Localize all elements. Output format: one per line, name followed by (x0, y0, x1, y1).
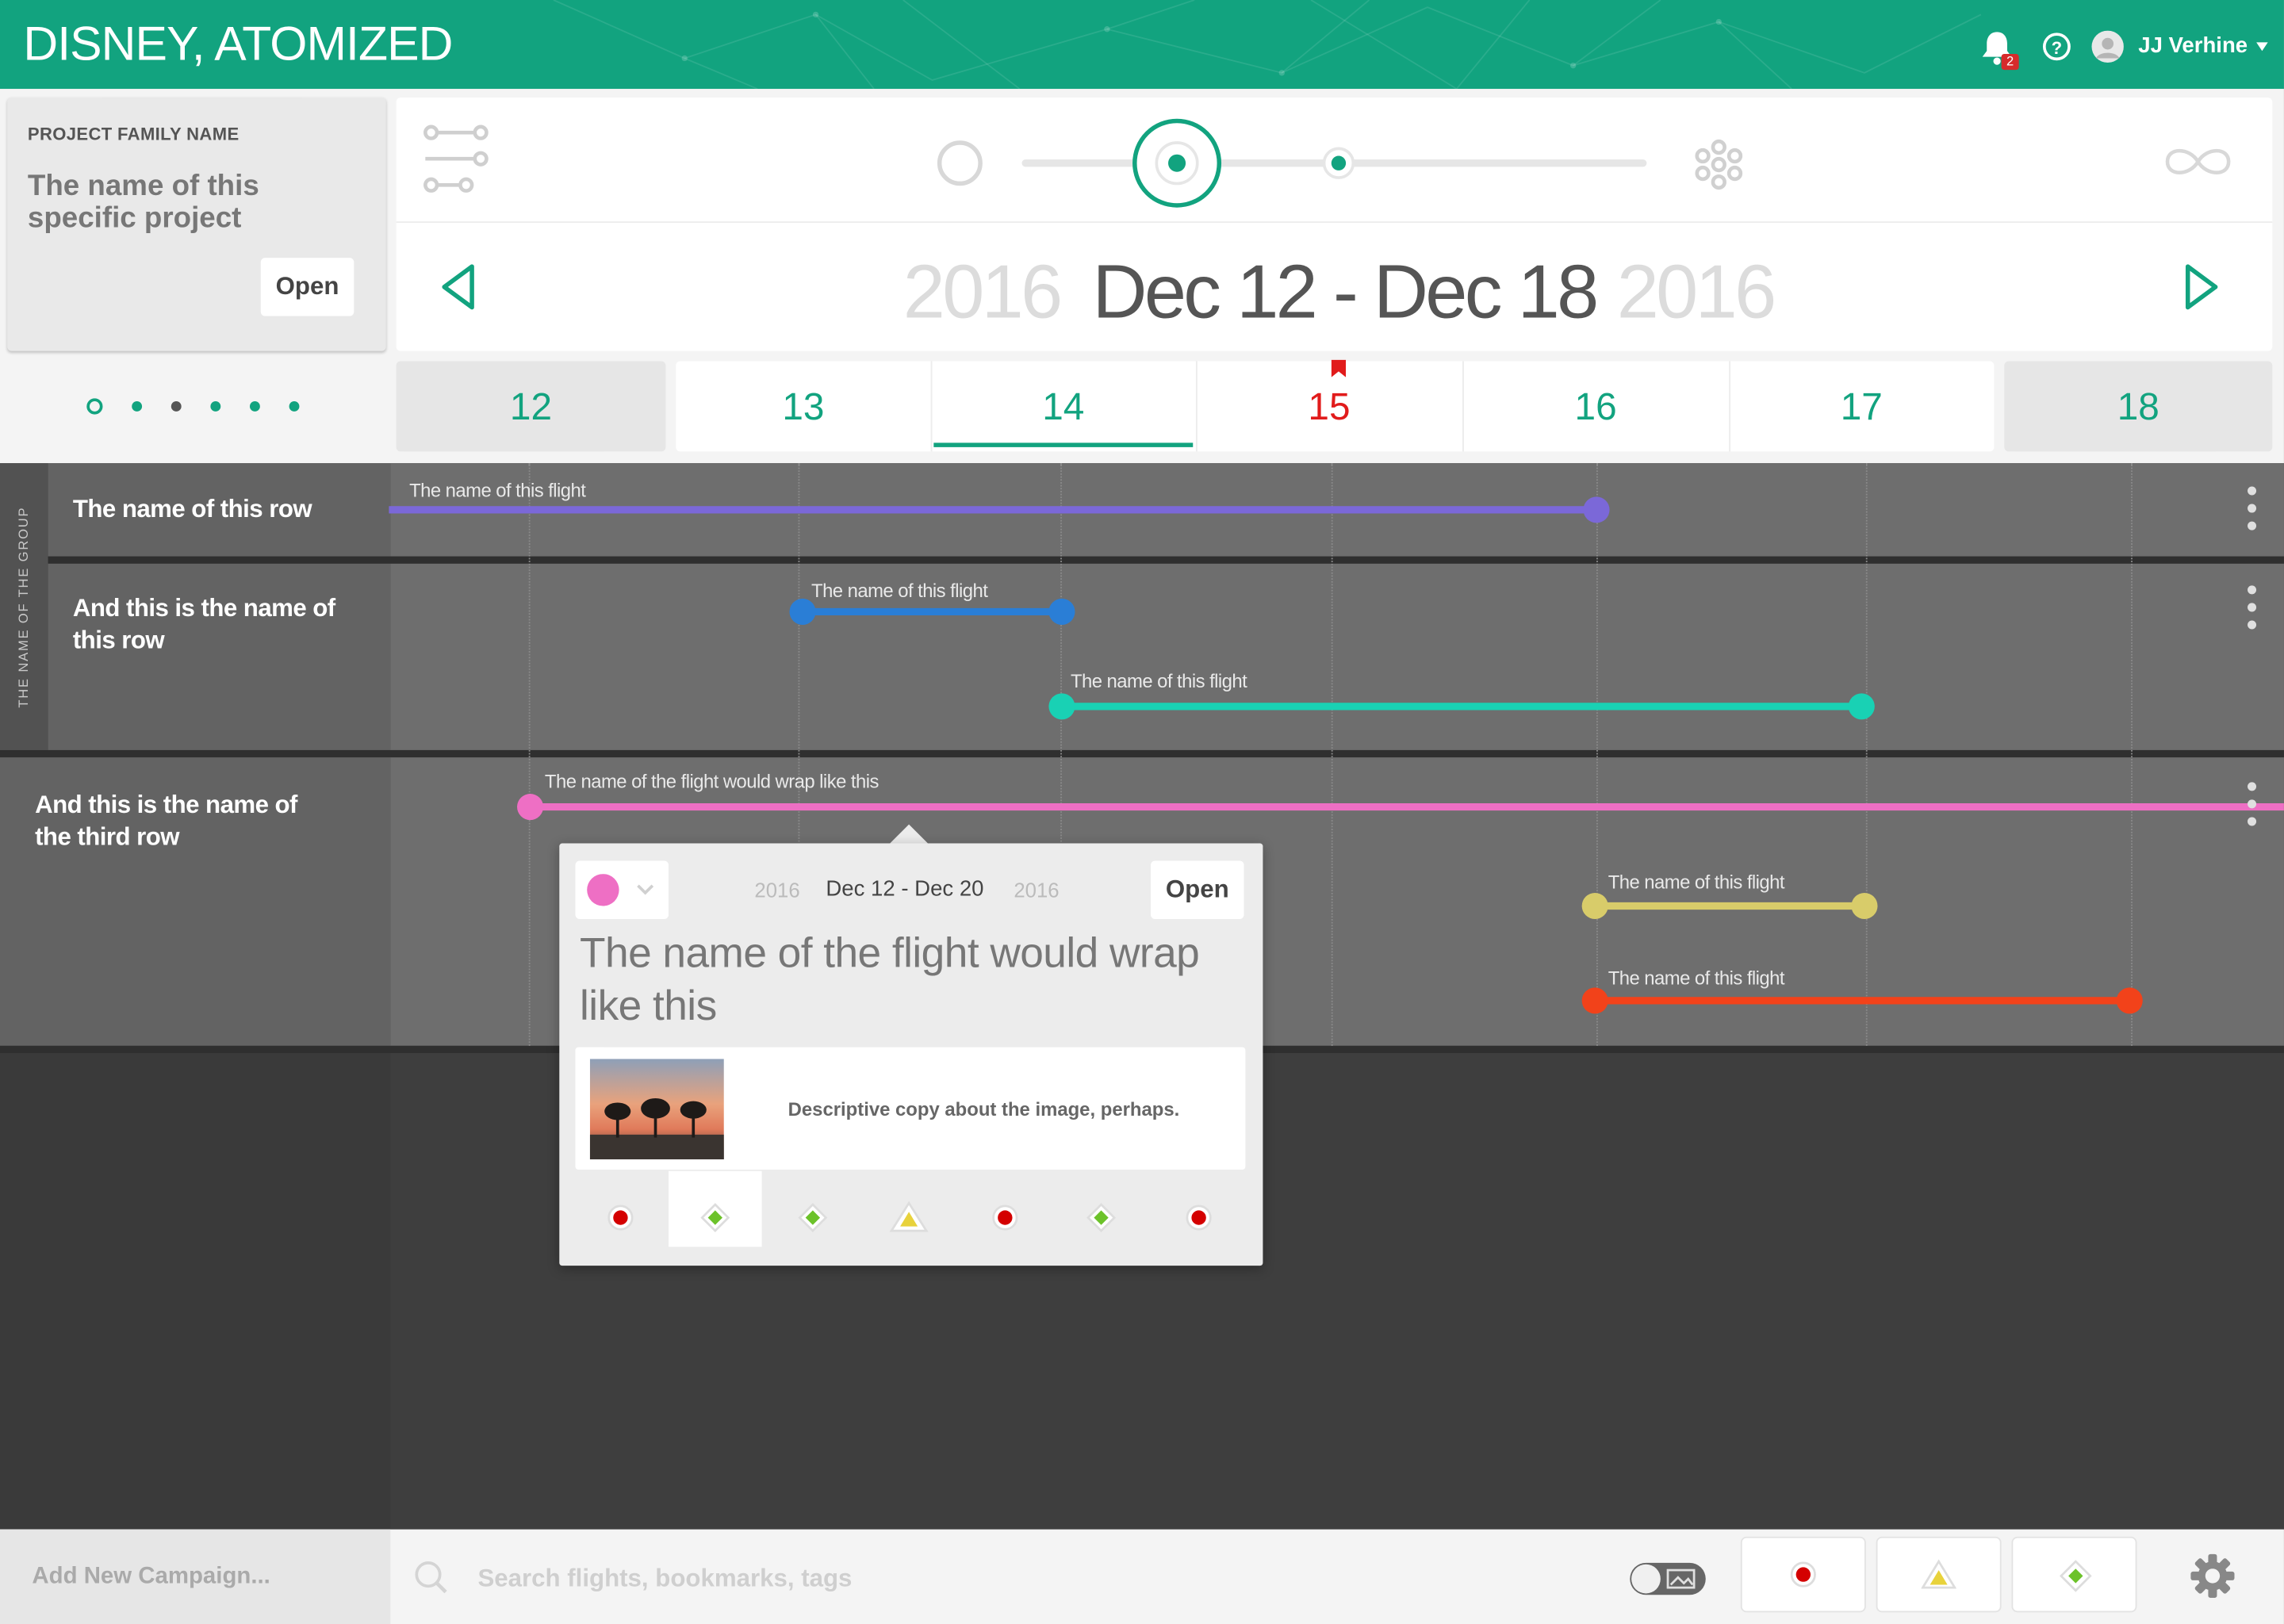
day-15-today[interactable]: 15 (1195, 361, 1463, 452)
project-family-name: PROJECT FAMILY NAME (27, 124, 240, 144)
flight-label[interactable]: The name of this flight (1608, 871, 1785, 893)
status-tabs[interactable] (559, 1193, 1263, 1245)
popup-caret (890, 824, 928, 844)
day-17[interactable]: 17 (1729, 361, 1995, 452)
date-range-year-start: 2016 (902, 250, 1063, 335)
date-range-label: Dec 12 - Dec 18 (1092, 250, 1600, 335)
row-more-icon[interactable] (2248, 585, 2257, 638)
app-root: DISNEY, ATOMIZED 2 ? JJ Verhine PROJECT … (0, 0, 2284, 1624)
flight-label[interactable]: The name of the flight would wrap like t… (545, 771, 879, 793)
day-18[interactable]: 18 (2004, 361, 2273, 452)
image-caption: Descriptive copy about the image, perhap… (788, 1097, 1180, 1120)
color-swatch-icon (587, 874, 654, 906)
empty-label-area (0, 1053, 391, 1530)
project-name: The name of this specific project (27, 170, 259, 235)
app-logo[interactable]: DISNEY, ATOMIZED (23, 16, 453, 71)
row-more-icon[interactable] (2248, 782, 2257, 834)
panel-divider (396, 221, 2273, 224)
user-name[interactable]: JJ Verhine (2138, 33, 2248, 58)
day-16[interactable]: 16 (1462, 361, 1730, 452)
open-project-button[interactable]: Open (260, 258, 354, 316)
selected-day-underline (933, 442, 1194, 447)
flight-thumbnail-image[interactable] (589, 1059, 724, 1160)
flight-bar[interactable] (517, 794, 2284, 821)
status-tab[interactable] (607, 1205, 634, 1231)
status-tab[interactable] (700, 1203, 730, 1233)
date-range-year-end: 2016 (1616, 250, 1776, 335)
green-diamond-icon (2060, 1560, 2092, 1592)
date-range-panel: 2016 Dec 12 - Dec 18 2016 (396, 98, 2273, 351)
notification-count-badge: 2 (2001, 53, 2019, 71)
zoom-out-icon[interactable] (937, 140, 983, 186)
filter-green-button[interactable] (2013, 1538, 2136, 1611)
flight-label[interactable]: The name of this flight (409, 479, 586, 501)
color-picker[interactable] (575, 860, 669, 920)
flight-label[interactable]: The name of this flight (1071, 670, 1247, 692)
chevron-down-icon[interactable] (2256, 42, 2268, 52)
add-campaign-button[interactable]: Add New Campaign... (0, 1529, 391, 1624)
zoom-slider[interactable] (921, 109, 1649, 214)
popup-year-start: 2016 (754, 878, 800, 902)
add-campaign-label: Add New Campaign... (32, 1564, 270, 1589)
bookmark-icon (1331, 359, 1347, 377)
flight-label[interactable]: The name of this flight (811, 580, 988, 602)
status-tab[interactable] (1186, 1205, 1212, 1231)
bottom-bar: Add New Campaign... (0, 1529, 2284, 1624)
filter-yellow-button[interactable] (1877, 1538, 2000, 1611)
flight-bar[interactable] (1581, 892, 1878, 920)
infinity-icon[interactable] (2162, 141, 2235, 182)
flight-detail-popup: 2016 Dec 12 - Dec 20 2016 Open The name … (559, 843, 1263, 1266)
top-header: DISNEY, ATOMIZED 2 ? JJ Verhine (0, 0, 2284, 90)
image-view-toggle[interactable] (1628, 1561, 1707, 1596)
popup-year-end: 2016 (1014, 878, 1060, 902)
day-divider (1195, 361, 1198, 452)
status-tab[interactable] (1086, 1203, 1117, 1233)
status-tab[interactable] (992, 1205, 1018, 1231)
project-card: PROJECT FAMILY NAME The name of this spe… (7, 98, 386, 351)
next-week-arrow-icon[interactable] (2182, 262, 2220, 312)
popup-date-range: Dec 12 - Dec 20 (826, 876, 984, 902)
day-14[interactable]: 14 (930, 361, 1196, 452)
day-divider (1729, 361, 1730, 452)
flight-bar[interactable] (789, 598, 1075, 625)
flight-label[interactable]: The name of this flight (1608, 967, 1785, 990)
row-pager (0, 362, 390, 455)
cluster-icon[interactable] (1692, 138, 1745, 190)
pager-dots[interactable] (82, 396, 315, 417)
help-icon[interactable]: ? (2042, 32, 2071, 61)
popup-flight-title: The name of the flight would wrap like t… (580, 930, 1200, 1030)
flight-bar[interactable] (1048, 693, 1875, 720)
connections-icon[interactable] (423, 124, 496, 197)
previous-week-arrow-icon[interactable] (440, 262, 478, 312)
flight-bar[interactable] (1581, 987, 2143, 1014)
svg-text:?: ? (2052, 38, 2062, 58)
status-tab[interactable] (798, 1203, 828, 1233)
status-tab[interactable] (889, 1201, 929, 1232)
yellow-triangle-icon (1921, 1559, 1956, 1589)
gear-icon[interactable] (2190, 1553, 2236, 1599)
open-flight-button[interactable]: Open (1150, 860, 1244, 920)
popup-media-card: Descriptive copy about the image, perhap… (575, 1047, 1246, 1170)
day-12[interactable]: 12 (396, 361, 666, 452)
notifications-button[interactable]: 2 (1981, 29, 2019, 71)
day-13[interactable]: 13 (676, 361, 931, 452)
day-divider (1462, 361, 1464, 452)
search-icon (415, 1561, 447, 1594)
row-more-icon[interactable] (2248, 486, 2257, 538)
red-dot-icon (1790, 1561, 1816, 1588)
search-input[interactable] (474, 1561, 1500, 1597)
filter-red-button[interactable] (1742, 1538, 1864, 1611)
avatar[interactable] (2091, 30, 2124, 63)
day-divider (930, 361, 933, 452)
